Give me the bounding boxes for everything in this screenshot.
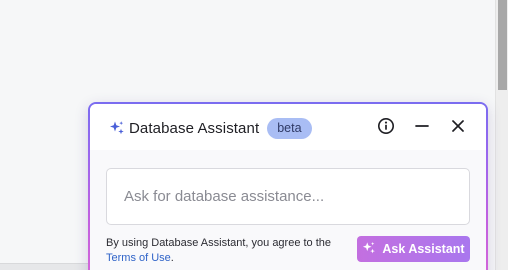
scrollbar-track[interactable] [495,0,508,270]
panel-title-group: Database Assistant beta [109,117,312,139]
disclaimer-period: . [170,252,174,264]
minimize-icon [414,118,430,139]
terms-disclaimer: By using Database Assistant, you agree t… [106,236,336,266]
minimize-button[interactable] [410,117,434,139]
sparkle-icon [109,120,125,136]
ask-assistant-button[interactable]: Ask Assistant [357,236,470,262]
close-button[interactable] [446,117,470,139]
beta-badge: beta [267,117,312,139]
scrollbar-thumb[interactable] [498,0,507,90]
assistant-prompt-input[interactable] [106,168,470,225]
info-icon [377,117,395,140]
panel-title: Database Assistant [129,119,260,137]
info-button[interactable] [374,117,398,139]
assistant-panel-header: Database Assistant beta [90,104,486,151]
ask-assistant-label: Ask Assistant [382,242,465,256]
assistant-panel: Database Assistant beta Ask for database… [90,104,486,270]
assistant-panel-frame: Database Assistant beta Ask for database… [88,102,488,270]
assistant-panel-body: By using Database Assistant, you agree t… [90,150,486,270]
sparkle-icon [362,241,376,258]
disclaimer-text: By using Database Assistant, you agree t… [106,237,332,249]
close-icon [451,119,465,138]
app-viewport: Database Assistant beta Ask for database… [0,0,508,270]
terms-of-use-link[interactable]: Terms of Use [106,252,171,264]
background-panel-edge [0,263,90,270]
panel-header-actions [374,117,470,139]
